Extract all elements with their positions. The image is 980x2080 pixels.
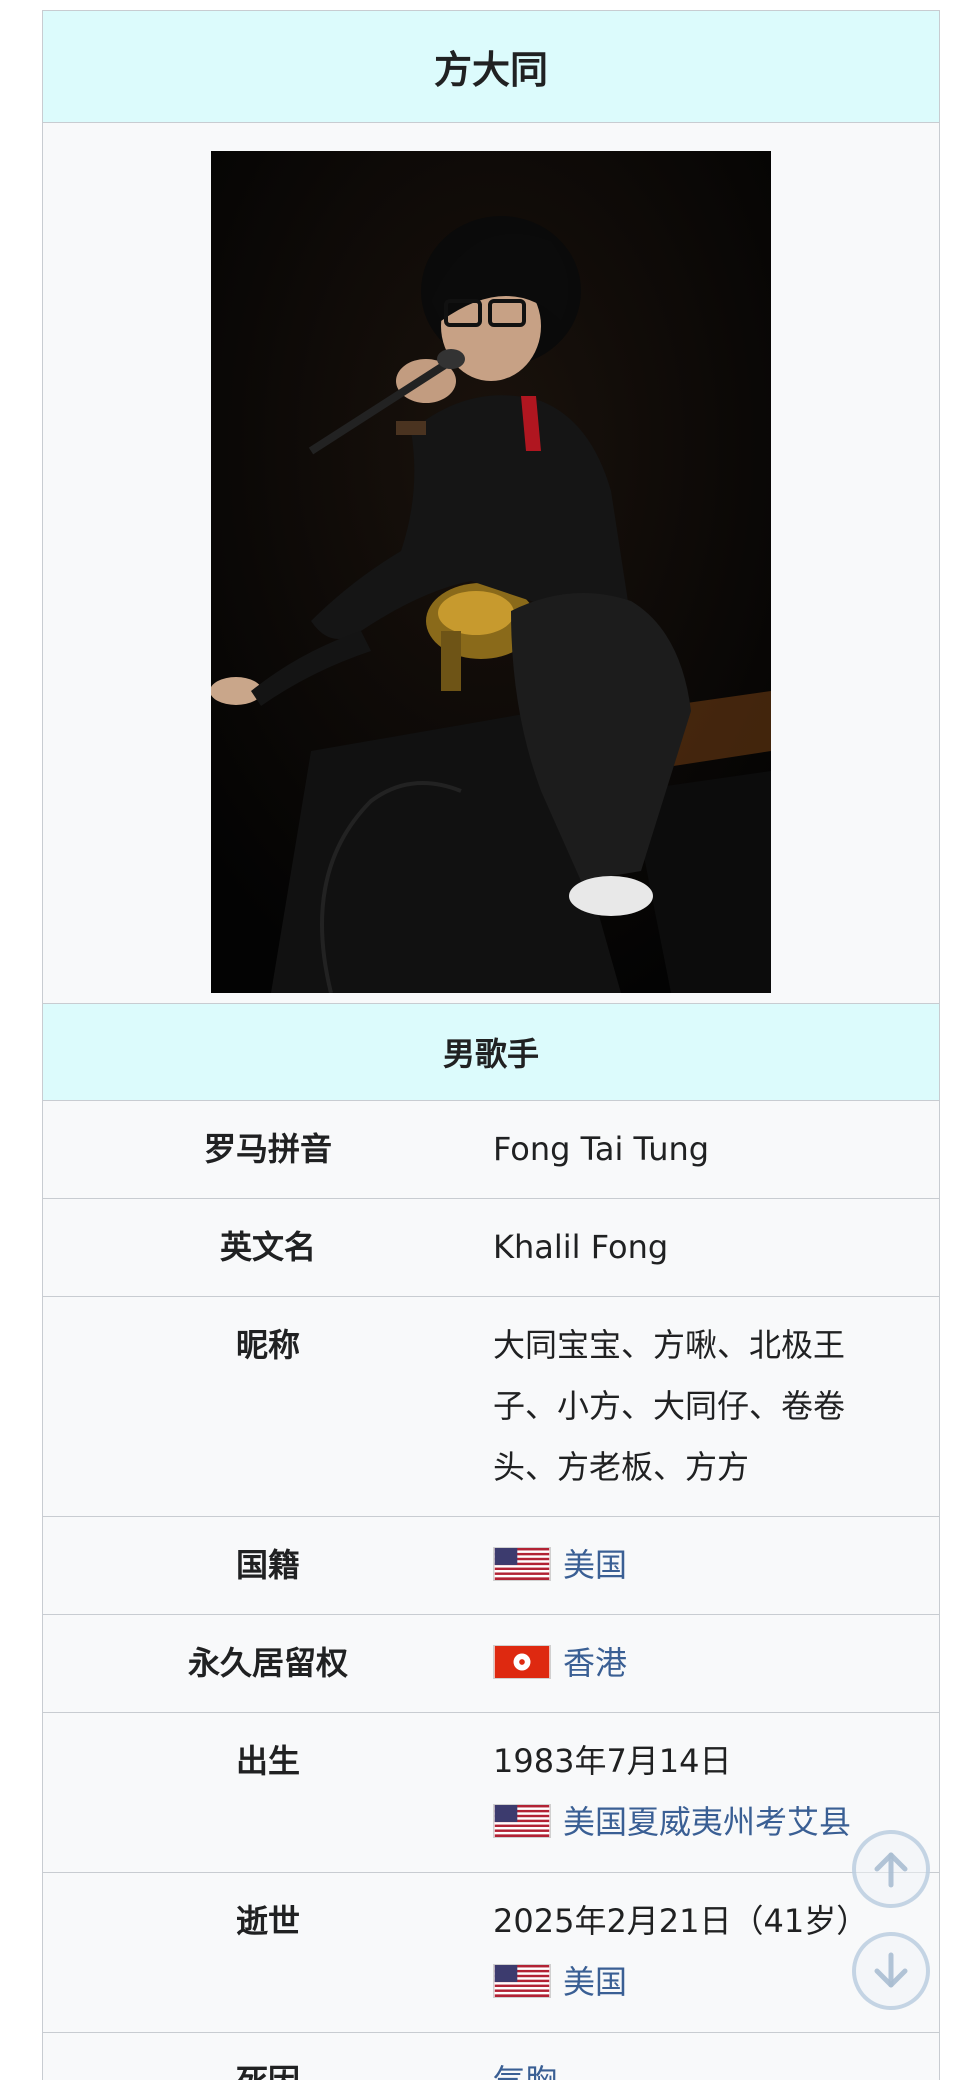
row-label: 永久居留权 <box>187 1644 348 1682</box>
row-romanization: 罗马拼音 Fong Tai Tung <box>43 1101 939 1199</box>
birthplace-link[interactable]: 美国夏威夷州考艾县 <box>563 1803 851 1841</box>
row-value: Fong Tai Tung <box>493 1130 710 1168</box>
row-english-name: 英文名 Khalil Fong <box>43 1199 939 1297</box>
singer-photo-illustration <box>211 151 771 993</box>
us-flag-icon <box>493 1804 551 1838</box>
row-label: 出生 <box>235 1742 300 1780</box>
row-born: 出生 1983年7月14日 美国夏威夷州考艾县 <box>43 1713 939 1873</box>
arrow-down-icon <box>874 1952 908 1988</box>
birth-place: 美国夏威夷州考艾县 <box>493 1792 909 1853</box>
page: 方大同 男歌手 罗马拼音 Fong Tai Tung 英文名 Khalil Fo… <box>0 0 980 2080</box>
hk-flag-icon <box>493 1645 551 1679</box>
row-value: 美国 <box>493 1543 939 1588</box>
row-died: 逝世 2025年2月21日（41岁） 美国 <box>43 1873 939 2033</box>
row-label: 英文名 <box>219 1228 316 1266</box>
infobox: 方大同 男歌手 罗马拼音 Fong Tai Tung 英文名 Khalil Fo… <box>42 10 940 2080</box>
death-place: 美国 <box>493 1952 909 2013</box>
row-value: 1983年7月14日 美国夏威夷州考艾县 <box>493 1731 939 1846</box>
residence-link[interactable]: 香港 <box>563 1644 627 1682</box>
row-value: 气胸 <box>493 2059 939 2080</box>
arrow-up-icon <box>874 1852 908 1888</box>
row-permanent-residence: 永久居留权 香港 <box>43 1615 939 1713</box>
row-label: 罗马拼音 <box>203 1130 332 1168</box>
row-nationality: 国籍 美国 <box>43 1517 939 1615</box>
row-cause-of-death: 死因 气胸 <box>43 2033 939 2080</box>
singer-photo[interactable] <box>211 151 771 993</box>
row-label: 逝世 <box>235 1902 300 1940</box>
nationality-link[interactable]: 美国 <box>563 1546 627 1584</box>
cause-link[interactable]: 气胸 <box>493 2062 557 2080</box>
photo-row <box>43 123 939 1004</box>
infobox-subtitle: 男歌手 <box>43 1004 939 1101</box>
row-label: 昵称 <box>235 1326 300 1364</box>
infobox-title: 方大同 <box>43 11 939 123</box>
row-label: 死因 <box>43 2059 493 2080</box>
row-value: 香港 <box>493 1641 939 1686</box>
death-date: 2025年2月21日（41岁） <box>493 1902 869 1940</box>
row-value: 大同宝宝、方啾、北极王 子、小方、大同仔、卷卷 头、方老板、方方 <box>493 1315 939 1490</box>
scroll-up-button[interactable] <box>852 1830 930 1908</box>
scroll-down-button[interactable] <box>852 1932 930 2010</box>
nickname-line: 大同宝宝、方啾、北极王 <box>493 1326 846 1364</box>
row-nicknames: 昵称 大同宝宝、方啾、北极王 子、小方、大同仔、卷卷 头、方老板、方方 <box>43 1297 939 1517</box>
birth-date: 1983年7月14日 <box>493 1742 732 1780</box>
row-label: 国籍 <box>235 1546 300 1584</box>
row-value: Khalil Fong <box>493 1228 669 1266</box>
deathplace-link[interactable]: 美国 <box>563 1963 627 2001</box>
nickname-line: 子、小方、大同仔、卷卷 <box>493 1387 846 1425</box>
us-flag-icon <box>493 1964 551 1998</box>
us-flag-icon <box>493 1547 551 1581</box>
nickname-line: 头、方老板、方方 <box>493 1448 750 1486</box>
